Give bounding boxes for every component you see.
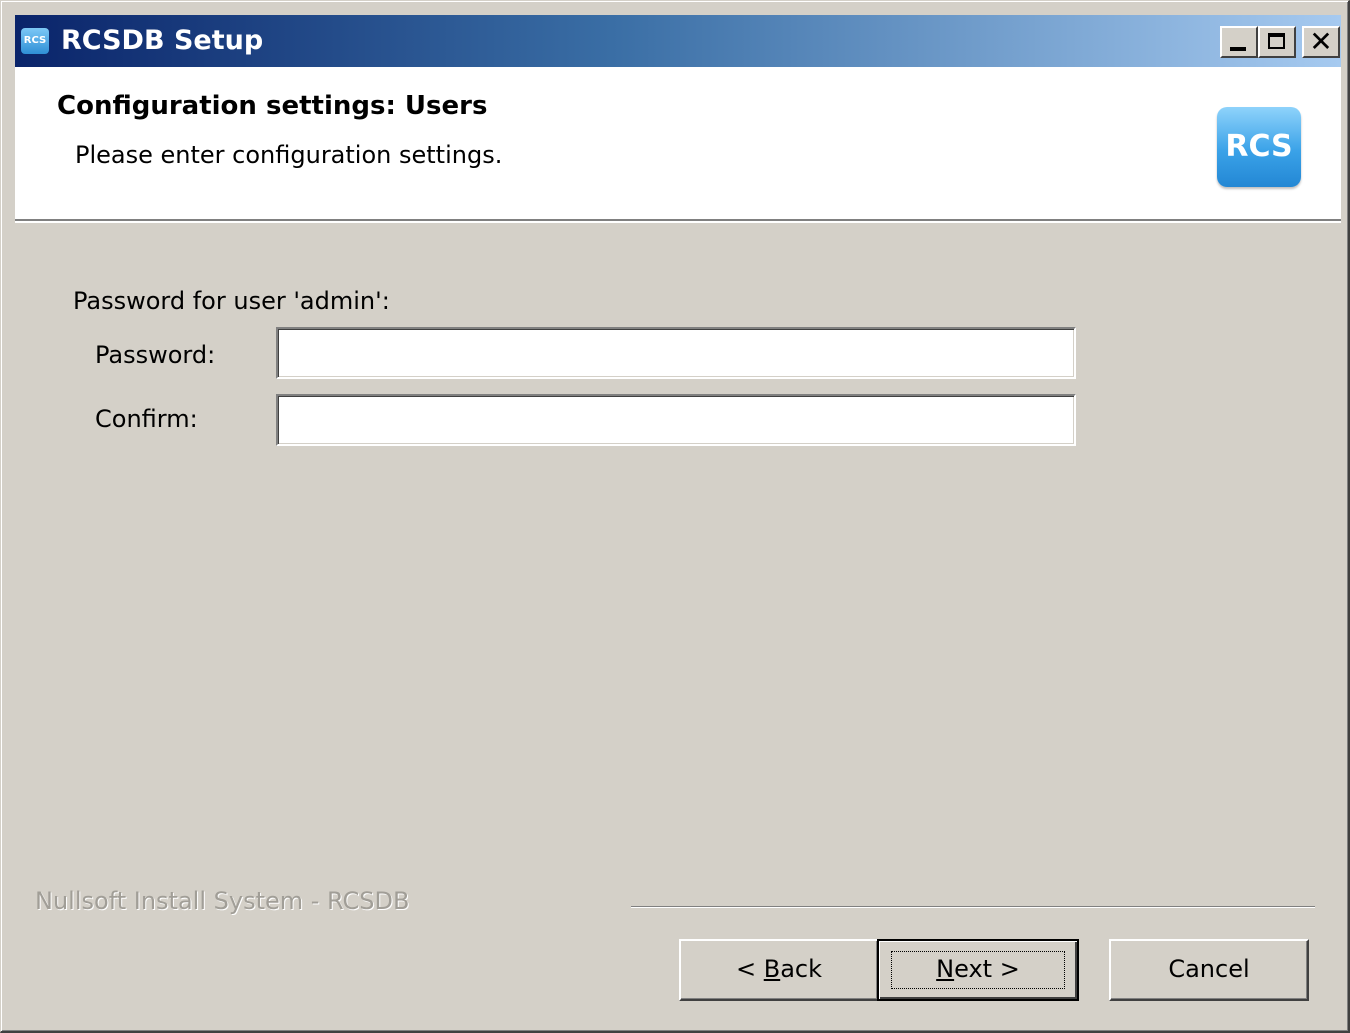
installer-branding: Nullsoft Install System - RCSDB [35, 887, 410, 915]
back-button[interactable]: < Back [679, 939, 879, 1001]
back-button-prefix: < [735, 955, 764, 983]
close-button[interactable]: ✕ [1302, 26, 1340, 58]
page-title: Configuration settings: Users [57, 91, 488, 121]
branding-divider-highlight [631, 907, 1315, 908]
setup-window: RCS RCSDB Setup ✕ Configuration settings… [0, 0, 1350, 1033]
app-icon[interactable]: RCS [21, 28, 49, 54]
cancel-button[interactable]: Cancel [1109, 939, 1309, 1001]
window-title: RCSDB Setup [61, 25, 264, 56]
rcs-logo: RCS [1217, 107, 1301, 187]
confirm-password-field[interactable] [276, 394, 1076, 446]
password-field[interactable] [276, 327, 1076, 379]
back-button-mnemonic: B [763, 955, 781, 983]
page-header: Configuration settings: Users Please ent… [15, 67, 1341, 219]
maximize-button[interactable] [1258, 26, 1296, 58]
next-button-mnemonic: N [936, 955, 955, 983]
title-bar[interactable]: RCS RCSDB Setup ✕ [15, 15, 1341, 67]
header-divider-highlight [15, 221, 1341, 223]
confirm-label: Confirm: [95, 405, 198, 433]
page-subtitle: Please enter configuration settings. [75, 141, 503, 169]
close-icon: ✕ [1309, 25, 1333, 58]
minimize-button[interactable] [1220, 26, 1258, 58]
next-button-label: ext > [954, 955, 1020, 983]
password-label: Password: [95, 341, 216, 369]
admin-password-group-label: Password for user 'admin': [73, 287, 390, 315]
minimize-icon [1230, 47, 1246, 51]
back-button-label: ack [780, 955, 823, 983]
next-button[interactable]: Next > [877, 939, 1079, 1001]
next-button-text: Next > [936, 955, 1020, 983]
maximize-icon [1268, 33, 1285, 49]
